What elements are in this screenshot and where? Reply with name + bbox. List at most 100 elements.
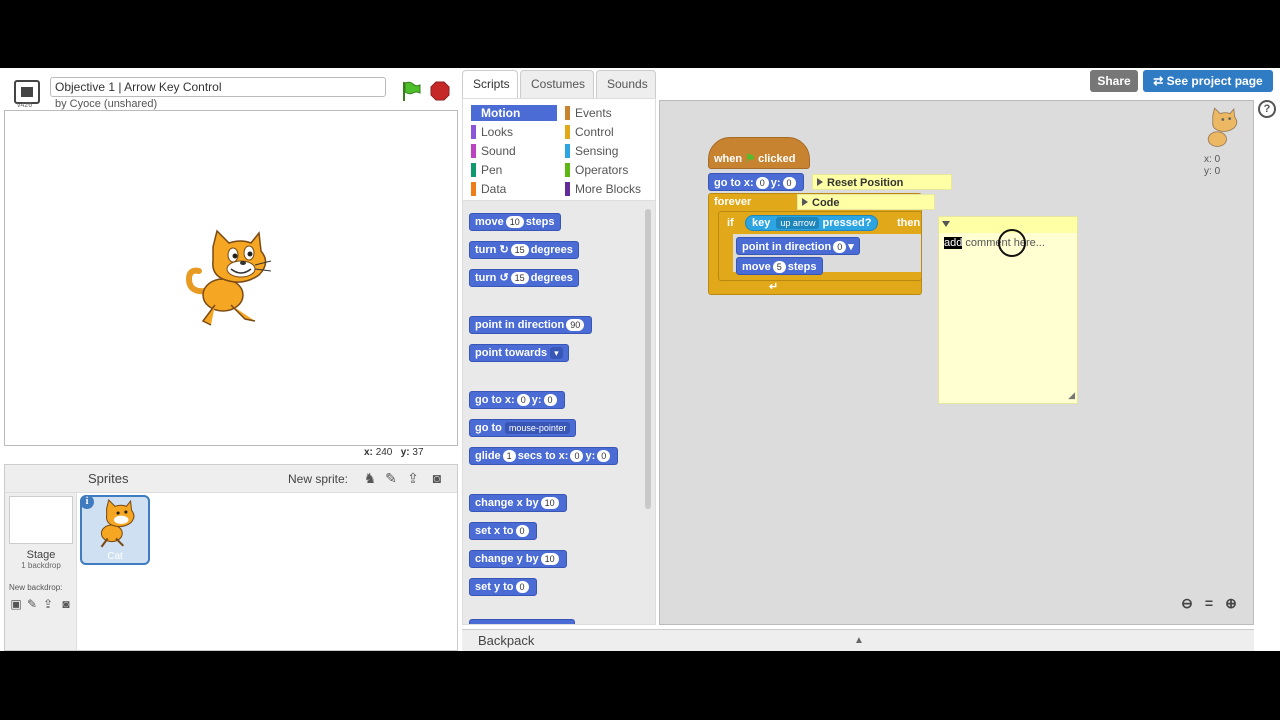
category-label: Motion (481, 106, 521, 120)
block-go-to[interactable]: go to mouse-pointer (469, 419, 577, 437)
backpack-bar[interactable]: Backpack ▲ (462, 629, 1254, 651)
resize-handle-icon[interactable]: ◢ (1068, 390, 1075, 401)
fullscreen-icon[interactable] (14, 80, 40, 104)
tab-scripts[interactable]: Scripts (462, 70, 518, 98)
block-input[interactable]: 0 (515, 525, 529, 537)
help-icon[interactable]: ? (1258, 100, 1276, 118)
dropdown-icon[interactable]: ▾ (848, 241, 854, 253)
events-swatch (565, 106, 570, 120)
block-input[interactable]: 5 (772, 261, 786, 273)
block-turn-left[interactable]: turn ↺ 15 degrees (469, 269, 579, 287)
tab-sounds[interactable]: Sounds (596, 70, 656, 98)
block-input[interactable]: 10 (540, 553, 559, 565)
category-sensing[interactable]: Sensing (565, 143, 651, 159)
block-set-y[interactable]: set y to 0 (469, 578, 537, 596)
mouse-cursor-indicator (998, 229, 1026, 257)
category-looks[interactable]: Looks (471, 124, 557, 140)
comment-text[interactable]: add comment here... (944, 237, 1045, 249)
stage-header: v426 by Cyoce (unshared) (4, 72, 458, 110)
move-steps-block[interactable]: move 5 steps (736, 257, 823, 275)
mouse-x-label: x: (364, 447, 373, 458)
block-dropdown[interactable]: mouse-pointer (504, 422, 571, 434)
block-go-to-xy[interactable]: go to x: 0 y: 0 (469, 391, 565, 409)
sprite-y-value: 0 (1214, 166, 1221, 177)
stage-canvas[interactable] (4, 110, 458, 446)
scripts-area[interactable]: x: 0 y: 0 when ⚑ clicked go to x: 0 y: 0 Re… (659, 100, 1254, 625)
collapse-arrow-icon[interactable] (942, 221, 950, 227)
block-input[interactable]: 10 (505, 216, 524, 228)
control-swatch (565, 125, 570, 139)
camera-sprite-icon[interactable]: ◙ (428, 469, 446, 487)
block-input[interactable]: 0 (516, 394, 530, 406)
block-input[interactable]: 1 (502, 450, 516, 462)
category-sound[interactable]: Sound (471, 143, 557, 159)
camera-backdrop-icon[interactable]: ◙ (59, 597, 73, 611)
block-point-towards[interactable]: point towards ▾ (469, 344, 569, 362)
block-label: y: (585, 450, 596, 462)
category-motion[interactable]: Motion (471, 105, 557, 121)
when-flag-clicked-block[interactable]: when ⚑ clicked (708, 137, 810, 169)
category-control[interactable]: Control (565, 124, 651, 140)
expand-arrow-icon[interactable]: ▲ (854, 635, 864, 646)
block-input[interactable]: 15 (510, 244, 529, 256)
sensing-swatch (565, 144, 570, 158)
block-input[interactable]: 0 (755, 177, 769, 189)
block-change-y[interactable]: change y by 10 (469, 550, 567, 568)
share-button[interactable]: Share (1090, 70, 1138, 92)
stage-thumbnail[interactable] (9, 496, 73, 544)
block-glide[interactable]: glide 1 secs to x: 0 y: 0 (469, 447, 619, 465)
paint-sprite-icon[interactable]: ✎ (382, 469, 400, 487)
block-input[interactable]: 0 (570, 450, 584, 462)
block-partial[interactable] (469, 619, 575, 624)
block-input[interactable]: 0 (515, 581, 529, 593)
block-input[interactable]: 0 (782, 177, 796, 189)
block-point-in-direction[interactable]: point in direction 90 (469, 316, 593, 334)
key-dropdown[interactable]: up arrow (776, 217, 820, 229)
sprite-tile-label: Cat (107, 551, 123, 562)
code-note[interactable]: Code (797, 194, 935, 210)
sprites-title: Sprites (88, 471, 129, 486)
stop-icon[interactable] (430, 81, 450, 101)
point-in-direction-block[interactable]: point in direction 0 ▾ (736, 237, 860, 255)
cat-sprite[interactable] (185, 229, 277, 329)
paint-backdrop-icon[interactable]: ✎ (25, 597, 39, 611)
zoom-reset-icon[interactable]: = (1200, 595, 1218, 611)
block-label: y: (531, 394, 542, 406)
block-label: point in direction (742, 241, 832, 253)
block-input[interactable]: 0 (543, 394, 557, 406)
zoom-out-icon[interactable]: ⊖ (1178, 595, 1196, 611)
tab-costumes[interactable]: Costumes (520, 70, 594, 98)
go-to-xy-block[interactable]: go to x: 0 y: 0 (708, 173, 804, 191)
category-label: More Blocks (575, 182, 642, 196)
backdrop-library-icon[interactable]: ▣ (9, 597, 23, 611)
upload-sprite-icon[interactable]: ⇪ (404, 469, 422, 487)
block-change-x[interactable]: change x by 10 (469, 494, 567, 512)
key-pressed-block[interactable]: key up arrow pressed? (745, 215, 879, 231)
sprite-library-icon[interactable]: ♞ (361, 469, 379, 487)
category-pen[interactable]: Pen (471, 162, 557, 178)
block-input[interactable]: 0 (833, 241, 847, 253)
upload-backdrop-icon[interactable]: ⇪ (41, 597, 55, 611)
sprite-tile-cat[interactable]: i Cat (80, 495, 150, 565)
see-project-page-button[interactable]: ⇄ See project page (1143, 70, 1273, 92)
block-turn-right[interactable]: turn ↻ 15 degrees (469, 241, 579, 259)
zoom-in-icon[interactable]: ⊕ (1222, 595, 1240, 611)
category-data[interactable]: Data (471, 181, 557, 197)
cat-thumbnail (100, 499, 135, 548)
green-flag-icon[interactable] (400, 80, 422, 102)
dropdown-icon[interactable]: ▾ (550, 347, 563, 359)
category-operators[interactable]: Operators (565, 162, 651, 178)
category-more-blocks[interactable]: More Blocks (565, 181, 651, 197)
version-label: v426 (17, 102, 33, 109)
block-input[interactable]: 90 (566, 319, 585, 331)
category-events[interactable]: Events (565, 105, 651, 121)
block-input[interactable]: 15 (510, 272, 529, 284)
block-input[interactable]: 10 (540, 497, 559, 509)
project-title-input[interactable] (50, 77, 386, 97)
palette-scrollbar[interactable] (645, 209, 651, 509)
block-set-x[interactable]: set x to 0 (469, 522, 537, 540)
reset-position-note[interactable]: Reset Position (812, 174, 952, 190)
block-label: when (714, 153, 743, 165)
block-input[interactable]: 0 (597, 450, 611, 462)
block-move-steps[interactable]: move 10 steps (469, 213, 561, 231)
